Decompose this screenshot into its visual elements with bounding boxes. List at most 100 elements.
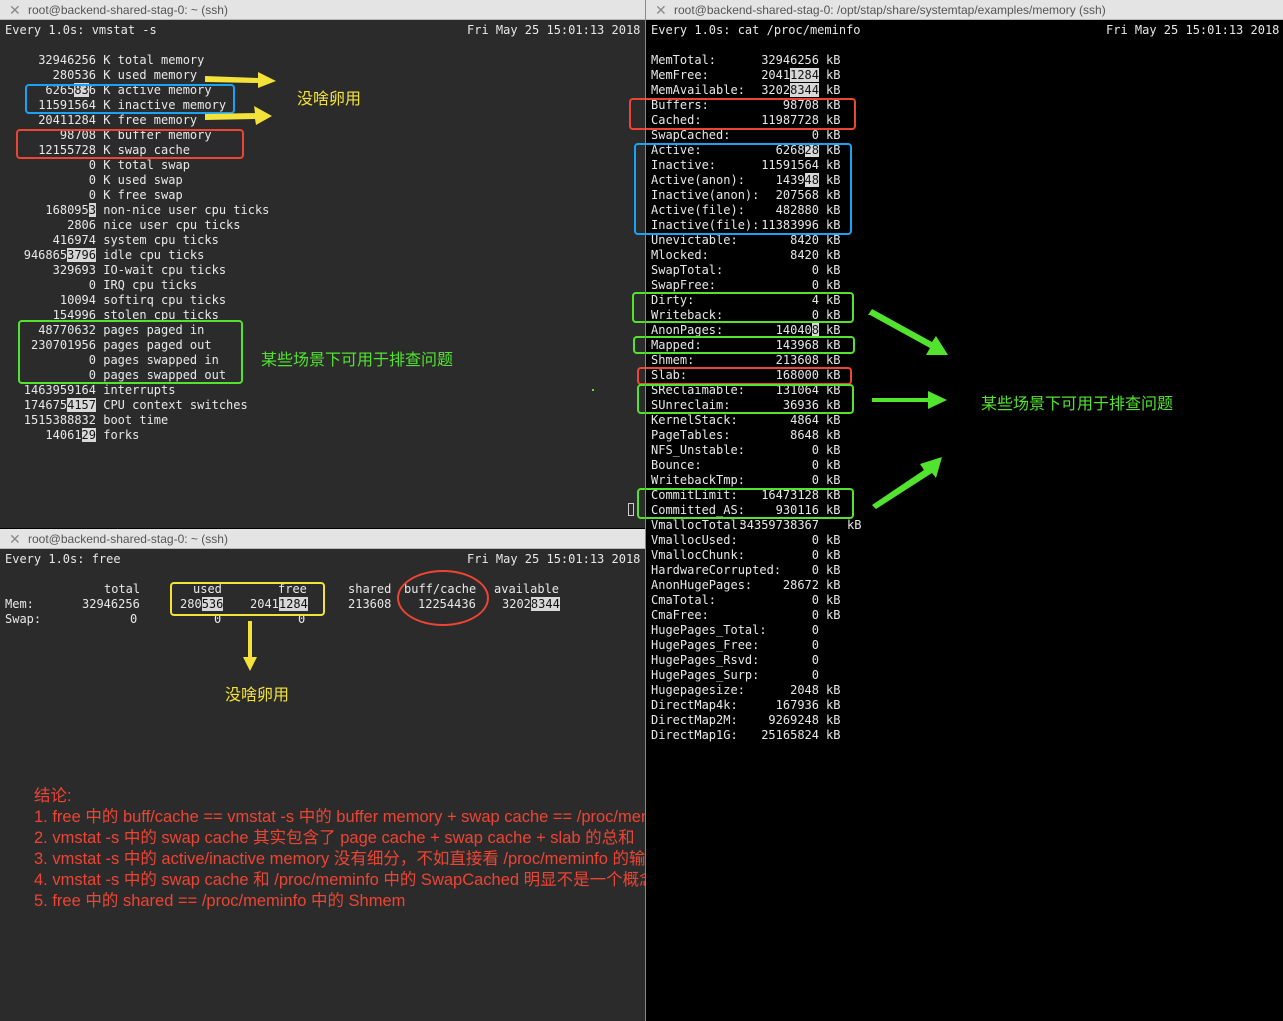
meminfo-unit: kB [826, 578, 841, 592]
meminfo-line: HugePages_Free: 0 [651, 638, 881, 653]
paging-highlight-box [18, 320, 243, 384]
meminfo-unit: kB [826, 548, 841, 562]
vmstat-line: 1515388832 boot time [0, 413, 169, 428]
vmstat-value: 416974 [52, 233, 96, 247]
meminfo-value: 213608 [775, 353, 819, 367]
vmstat-watch-command: Every 1.0s: vmstat -s [5, 23, 157, 37]
vmstat-value: 1406129 [45, 428, 96, 442]
mapped-highlight-box [633, 336, 855, 354]
free-window-title: root@backend-shared-stag-0: ~ (ssh) [28, 532, 228, 546]
meminfo-line: HugePages_Total: 0 [651, 623, 881, 638]
free-swap-total: 0 [130, 612, 138, 626]
free-col-shared: shared [348, 582, 392, 596]
close-icon[interactable]: ✕ [9, 0, 21, 20]
terminal-cursor [628, 503, 634, 516]
meminfo-line: DirectMap4k: 167936 kB [651, 698, 881, 713]
meminfo-unit: kB [826, 248, 841, 262]
meminfo-value: 0 [811, 278, 819, 292]
dirty-writeback-highlight-box [632, 292, 854, 323]
vmstat-line: 1680953 non-nice user cpu ticks [0, 203, 269, 218]
meminfo-titlebar: ✕ root@backend-shared-stag-0: /opt/stap/… [646, 0, 1283, 20]
free-terminal[interactable]: Every 1.0s: free Fri May 25 15:01:13 201… [0, 549, 645, 1021]
vmstat-value: 329693 [52, 263, 96, 277]
meminfo-line: Mlocked: 8420 kB [651, 248, 881, 263]
meminfo-line: Bounce: 0 kB [651, 458, 881, 473]
meminfo-unit: kB [826, 413, 841, 427]
meminfo-line: SwapFree: 0 kB [651, 278, 881, 293]
meminfo-unit: kB [826, 473, 841, 487]
arrow-icon [868, 309, 948, 509]
meminfo-value: 25165824 [761, 728, 819, 742]
vmstat-value: 1515388832 [23, 413, 96, 427]
vmstat-label: K total memory [96, 53, 205, 67]
free-col-total: total [104, 582, 141, 596]
buffer-swapcache-highlight-box [16, 129, 244, 159]
meminfo-unit: kB [826, 128, 841, 142]
active-inactive-meminfo-highlight-box [634, 143, 852, 235]
stray-dot [592, 389, 594, 391]
commit-highlight-box [637, 488, 854, 519]
meminfo-value: 32946256 [761, 53, 819, 67]
meminfo-line: MemFree: 20411284 kB [651, 68, 881, 83]
vmstat-label: K total swap [96, 158, 190, 172]
meminfo-window-title: root@backend-shared-stag-0: /opt/stap/sh… [674, 3, 1106, 17]
meminfo-unit: kB [826, 68, 841, 82]
meminfo-line: HugePages_Rsvd: 0 [651, 653, 881, 668]
vmstat-label: non-nice user cpu ticks [96, 203, 270, 217]
meminfo-unit: kB [826, 353, 841, 367]
arrow-icon [205, 72, 276, 125]
arrow-down-icon [243, 621, 257, 671]
meminfo-value: 0 [811, 593, 819, 607]
meminfo-line: MemAvailable: 32028344 kB [651, 83, 881, 98]
pane-divider[interactable] [645, 0, 646, 1021]
free-col-available: available [494, 582, 560, 596]
vmstat-value: 9468653796 [23, 248, 96, 262]
meminfo-line: KernelStack: 4864 kB [651, 413, 881, 428]
meminfo-unit: kB [826, 458, 841, 472]
meminfo-unit: kB [826, 608, 841, 622]
free-pane[interactable]: ✕ root@backend-shared-stag-0: ~ (ssh) Ev… [0, 529, 645, 1021]
vmstat-value: 1746754157 [23, 398, 96, 412]
vmstat-pane[interactable]: ✕ root@backend-shared-stag-0: ~ (ssh) Ev… [0, 0, 645, 528]
meminfo-value: 0 [811, 533, 819, 547]
meminfo-value: 8420 [790, 248, 819, 262]
meminfo-line: WritebackTmp: 0 kB [651, 473, 881, 488]
used-free-highlight-box [170, 582, 325, 616]
meminfo-line: HugePages_Surp: 0 [651, 668, 881, 683]
meminfo-line: Unevictable: 8420 kB [651, 233, 881, 248]
close-icon[interactable]: ✕ [9, 529, 21, 549]
vmstat-line: 0 K free swap [0, 188, 183, 203]
vmstat-label: K used swap [96, 173, 183, 187]
meminfo-value: 28672 [782, 578, 819, 592]
vmstat-label: interrupts [96, 383, 176, 397]
meminfo-value: 0 [811, 668, 819, 682]
vmstat-line: 416974 system cpu ticks [0, 233, 219, 248]
vmstat-line: 329693 IO-wait cpu ticks [0, 263, 226, 278]
vmstat-line: 9468653796 idle cpu ticks [0, 248, 204, 263]
close-icon[interactable]: ✕ [655, 0, 667, 20]
vmstat-value: 0 [88, 173, 96, 187]
meminfo-watch-command: Every 1.0s: cat /proc/meminfo [651, 23, 861, 37]
meminfo-unit: kB [826, 728, 841, 742]
meminfo-unit: kB [826, 698, 841, 712]
meminfo-value: 20411284 [761, 68, 819, 82]
meminfo-unit: kB [826, 233, 841, 247]
meminfo-unit: kB [847, 518, 862, 532]
vmstat-line: 280536 K used memory [0, 68, 198, 83]
meminfo-value: 0 [811, 458, 819, 472]
meminfo-value: 9269248 [768, 713, 819, 727]
vmstat-label: K free memory [96, 113, 198, 127]
conclusion-item: 3. vmstat -s 中的 active/inactive memory 没… [34, 850, 645, 868]
meminfo-unit: kB [826, 428, 841, 442]
vmstat-value: 0 [88, 188, 96, 202]
meminfo-value: 0 [811, 563, 819, 577]
vmstat-value: 1463959164 [23, 383, 96, 397]
meminfo-line: VmallocTotal: 34359738367 kB [651, 518, 881, 533]
vmstat-titlebar: ✕ root@backend-shared-stag-0: ~ (ssh) [0, 0, 645, 20]
free-unused-note: 没啥卵用 [225, 685, 290, 704]
conclusion-title: 结论: [34, 787, 72, 805]
meminfo-value: 0 [811, 623, 819, 637]
meminfo-line: CmaFree: 0 kB [651, 608, 881, 623]
free-row-swap-label: Swap: [5, 612, 42, 626]
meminfo-line: VmallocChunk: 0 kB [651, 548, 881, 563]
